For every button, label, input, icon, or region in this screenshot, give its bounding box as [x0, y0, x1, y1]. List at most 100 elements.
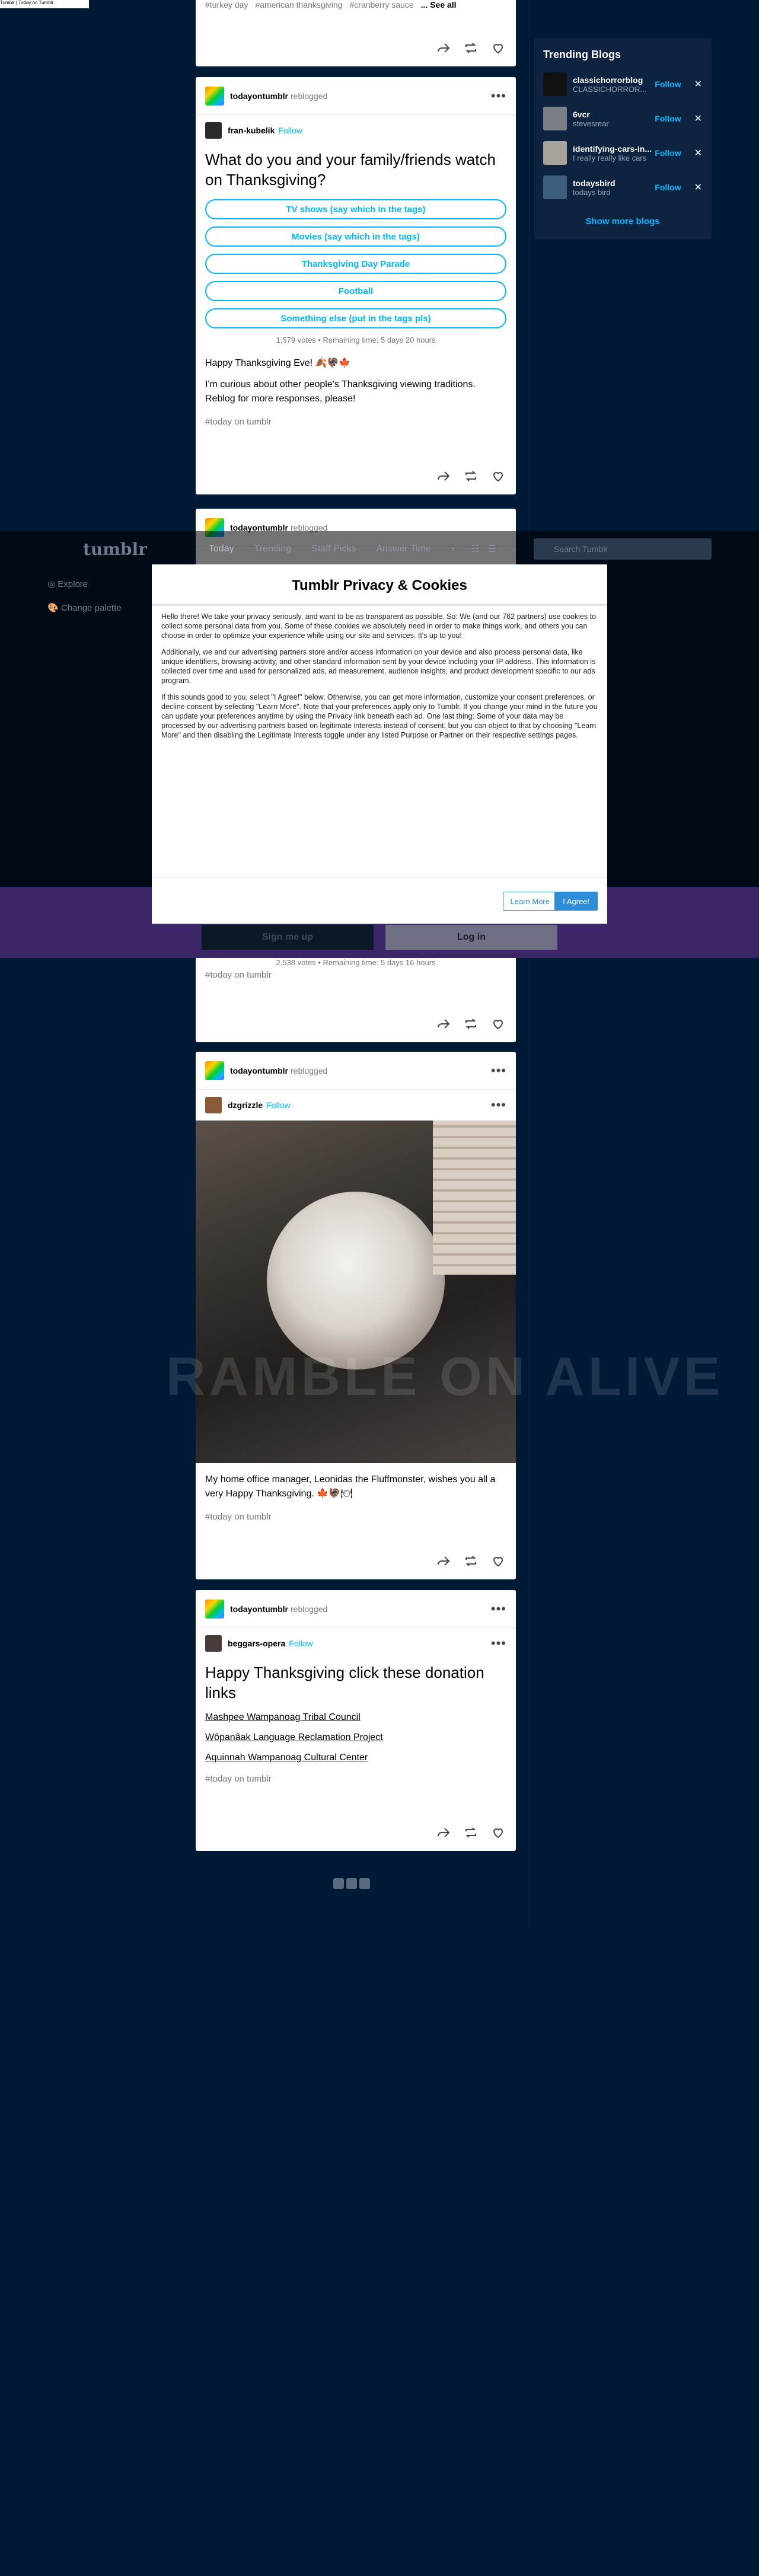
post-header: todayontumblr reblogged ••• [196, 1052, 516, 1090]
like-heart-icon[interactable] [491, 1554, 505, 1568]
avatar[interactable] [543, 175, 567, 199]
share-icon[interactable] [436, 41, 451, 55]
chevron-right-icon[interactable]: › [451, 544, 454, 554]
trending-blog-row[interactable]: identifying-cars-in... I really really li… [534, 136, 712, 170]
avatar[interactable] [205, 1635, 222, 1652]
blog-name[interactable]: classichorrorblog [573, 75, 646, 85]
see-all-tags-link[interactable]: ... See all [421, 0, 457, 9]
follow-button[interactable]: Follow [655, 183, 681, 192]
blog-subtitle: I really really like cars [573, 153, 647, 162]
close-icon[interactable]: ✕ [694, 147, 702, 159]
tab-today[interactable]: Today [209, 544, 234, 554]
follow-button[interactable]: Follow [655, 114, 681, 123]
i-agree-button[interactable]: I Agree! [554, 892, 598, 911]
more-options-icon[interactable]: ••• [491, 1099, 506, 1112]
poll-option[interactable]: Movies (say which in the tags) [205, 226, 506, 247]
blog-name[interactable]: todaysbird [573, 178, 616, 188]
tag-link[interactable]: #american thanksgiving [255, 0, 342, 9]
follow-button[interactable]: Follow [289, 1639, 312, 1648]
avatar[interactable] [205, 1599, 224, 1619]
background-watermark: RAMBLE ON ALIVE [166, 1346, 724, 1407]
post-text: My home office manager, Leonidas the Flu… [205, 1474, 496, 1499]
blog-name[interactable]: identifying-cars-in... [573, 144, 652, 154]
share-icon[interactable] [436, 1017, 451, 1031]
reblog-icon[interactable] [464, 1825, 478, 1840]
post-card: todayontumblr reblogged ••• beggars-oper… [196, 1590, 516, 1851]
tag-link[interactable]: #today on tumblr [205, 417, 506, 427]
author-name[interactable]: fran-kubelik [228, 126, 275, 135]
poll-option[interactable]: Football [205, 281, 506, 301]
author-row: beggars-opera Follow ••• [196, 1628, 516, 1659]
follow-button[interactable]: Follow [655, 148, 681, 158]
layout-toggle-icon[interactable]: ☷ [471, 543, 479, 555]
more-options-icon[interactable]: ••• [491, 89, 506, 103]
tab-trending[interactable]: Trending [254, 544, 292, 554]
reblogger-name[interactable]: todayontumblr [230, 91, 288, 101]
post-photo-cat[interactable] [196, 1121, 516, 1463]
trending-blog-row[interactable]: todaysbird todays bird Follow ✕ [534, 170, 712, 205]
share-icon[interactable] [436, 1825, 451, 1840]
sign-up-button[interactable]: Sign me up [202, 925, 374, 950]
author-row: fran-kubelik Follow [196, 115, 516, 146]
avatar[interactable] [205, 1097, 222, 1113]
follow-button[interactable]: Follow [266, 1100, 290, 1110]
more-options-icon[interactable]: ••• [491, 1637, 506, 1650]
follow-button[interactable]: Follow [278, 126, 302, 135]
share-icon[interactable] [436, 1554, 451, 1568]
dialog-paragraph: If this sounds good to you, select "I Ag… [161, 693, 598, 739]
tag-link[interactable]: #turkey day [205, 0, 248, 9]
donation-link[interactable]: Mashpee Wampanoag Tribal Council [205, 1712, 506, 1723]
avatar[interactable] [543, 141, 567, 165]
sidebar-item-change-palette[interactable]: 🎨 Change palette [47, 602, 122, 613]
donation-link[interactable]: Wôpanâak Language Reclamation Project [205, 1732, 506, 1743]
tag-link[interactable]: #today on tumblr [205, 970, 272, 980]
donation-link[interactable]: Aquinnah Wampanoag Cultural Center [205, 1753, 506, 1763]
reblog-icon[interactable] [464, 1017, 478, 1031]
close-icon[interactable]: ✕ [694, 113, 702, 125]
poll-option[interactable]: TV shows (say which in the tags) [205, 199, 506, 219]
tag-link[interactable]: #today on tumblr [205, 1774, 506, 1784]
learn-more-button[interactable]: Learn More [502, 892, 557, 911]
avatar[interactable] [205, 122, 222, 139]
avatar[interactable] [205, 86, 224, 106]
like-heart-icon[interactable] [491, 1017, 505, 1031]
more-options-icon[interactable]: ••• [491, 1064, 506, 1077]
avatar[interactable] [543, 107, 567, 130]
tab-staff-picks[interactable]: Staff Picks [311, 544, 356, 554]
trending-blog-row[interactable]: classichorrorblog CLASSICHORROR... Follow… [534, 67, 712, 101]
like-heart-icon[interactable] [491, 1825, 505, 1840]
post-title: What do you and your family/friends watc… [205, 151, 496, 189]
author-name[interactable]: beggars-opera [228, 1639, 285, 1648]
more-options-icon[interactable]: ••• [491, 1602, 506, 1616]
show-more-blogs-link[interactable]: Show more blogs [534, 205, 712, 240]
avatar[interactable] [543, 72, 567, 96]
trending-blogs-panel: Trending Blogs classichorrorblog CLASSICH… [534, 38, 712, 240]
share-icon[interactable] [436, 469, 451, 483]
reblogger-name[interactable]: todayontumblr [230, 1604, 288, 1614]
tumblr-logo[interactable]: tumblr [83, 540, 147, 559]
reblog-icon[interactable] [464, 1554, 478, 1568]
like-heart-icon[interactable] [491, 469, 505, 483]
sidebar-item-explore[interactable]: ◎ Explore [47, 579, 88, 589]
tag-link[interactable]: #cranberry sauce [349, 0, 413, 9]
reblog-icon[interactable] [464, 469, 478, 483]
blog-name[interactable]: 6vcr [573, 110, 609, 119]
close-icon[interactable]: ✕ [694, 78, 702, 90]
close-icon[interactable]: ✕ [694, 181, 702, 193]
avatar[interactable] [205, 1061, 224, 1080]
menu-icon[interactable]: ☰ [488, 543, 496, 555]
search-input[interactable]: Search Tumblr [534, 538, 712, 560]
log-in-button[interactable]: Log in [385, 925, 557, 950]
like-heart-icon[interactable] [491, 41, 505, 55]
browser-title-strip: Tumblr | Today on Tumblr [0, 0, 89, 8]
dialog-paragraph: Additionally, we and our advertising par… [161, 648, 596, 685]
reblogger-name[interactable]: todayontumblr [230, 1066, 288, 1075]
author-name[interactable]: dzgrizzle [228, 1100, 263, 1110]
tab-answer-time[interactable]: Answer Time [376, 544, 430, 554]
poll-option[interactable]: Something else (put in the tags pls) [205, 308, 506, 328]
reblog-icon[interactable] [464, 41, 478, 55]
trending-blog-row[interactable]: 6vcr stevesrear Follow ✕ [534, 101, 712, 136]
poll-option[interactable]: Thanksgiving Day Parade [205, 254, 506, 274]
tag-link[interactable]: #today on tumblr [205, 1512, 506, 1522]
follow-button[interactable]: Follow [655, 79, 681, 89]
